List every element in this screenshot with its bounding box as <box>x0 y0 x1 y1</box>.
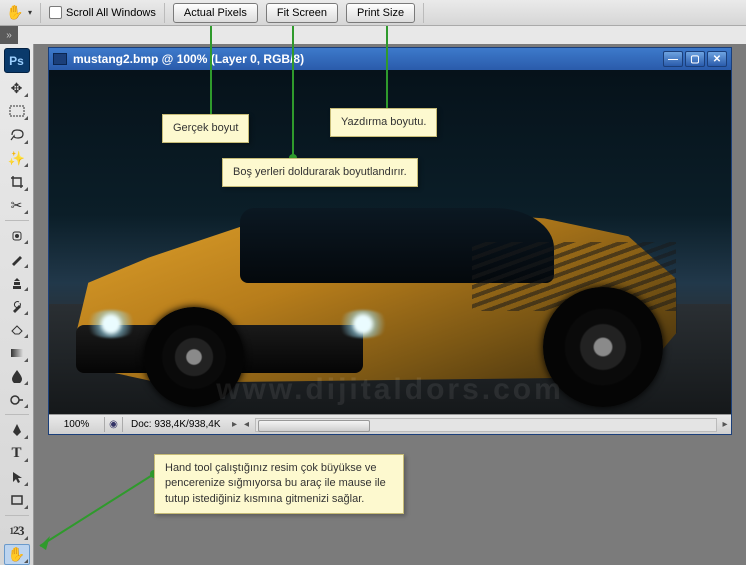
type-tool[interactable]: T <box>4 443 30 464</box>
double-arrow-icon: » <box>6 30 12 41</box>
lasso-tool[interactable] <box>4 124 30 145</box>
annotation-arrow <box>292 26 294 158</box>
dodge-tool[interactable] <box>4 389 30 410</box>
crop-tool[interactable] <box>4 171 30 192</box>
scroll-right-button[interactable]: ▸ <box>719 419 731 430</box>
clone-stamp-tool[interactable] <box>4 272 30 293</box>
slice-tool[interactable]: ✂ <box>4 195 30 216</box>
callout-hand-tool: Hand tool çalıştığınız resim çok büyükse… <box>154 454 404 514</box>
horizontal-scrollbar[interactable] <box>255 418 717 432</box>
separator <box>5 414 29 415</box>
separator <box>423 3 424 23</box>
annotations-tool[interactable]: 123 <box>4 520 30 541</box>
document-titlebar[interactable]: mustang2.bmp @ 100% (Layer 0, RGB/8) — ▢… <box>49 48 731 70</box>
document-window: mustang2.bmp @ 100% (Layer 0, RGB/8) — ▢… <box>48 47 732 435</box>
options-bar: ✋ ▾ Scroll All Windows Actual Pixels Fit… <box>0 0 746 26</box>
tools-palette: Ps ✥ ✨ ✂ T 123 ✋ <box>0 44 34 565</box>
panel-toggle[interactable]: » <box>0 26 18 44</box>
document-title: mustang2.bmp @ 100% (Layer 0, RGB/8) <box>73 52 304 66</box>
print-size-button[interactable]: Print Size <box>346 3 415 23</box>
document-icon <box>53 53 67 65</box>
brush-tool[interactable] <box>4 248 30 269</box>
annotation-arrow <box>34 454 164 554</box>
marquee-tool[interactable] <box>4 101 30 122</box>
actual-pixels-button[interactable]: Actual Pixels <box>173 3 258 23</box>
separator <box>40 3 41 23</box>
hand-tool-icon[interactable]: ✋ <box>6 4 24 22</box>
path-selection-tool[interactable] <box>4 466 30 487</box>
magic-wand-tool[interactable]: ✨ <box>4 148 30 169</box>
info-menu-arrow[interactable]: ▸ <box>229 419 241 430</box>
history-brush-tool[interactable] <box>4 295 30 316</box>
callout-print-size: Yazdırma boyutu. <box>330 108 437 137</box>
annotation-arrow <box>210 26 212 118</box>
healing-brush-tool[interactable] <box>4 225 30 246</box>
shape-tool[interactable] <box>4 490 30 511</box>
maximize-button[interactable]: ▢ <box>685 51 705 67</box>
separator <box>164 3 165 23</box>
move-tool[interactable]: ✥ <box>4 77 30 98</box>
hand-tool[interactable]: ✋ <box>4 544 30 565</box>
document-info[interactable]: Doc: 938,4K/938,4K <box>123 417 229 432</box>
scroll-all-windows-label: Scroll All Windows <box>66 7 156 19</box>
annotation-arrow <box>386 26 388 112</box>
fit-screen-button[interactable]: Fit Screen <box>266 3 338 23</box>
callout-fit-screen: Boş yerleri doldurarak boyutlandırır. <box>222 158 418 187</box>
pen-tool[interactable] <box>4 419 30 440</box>
minimize-button[interactable]: — <box>663 51 683 67</box>
callout-actual-pixels: Gerçek boyut <box>162 114 249 143</box>
ps-logo: Ps <box>4 48 30 73</box>
blur-tool[interactable] <box>4 366 30 387</box>
watermark-text: www.dijitaldors.com <box>49 373 731 407</box>
scroll-left-button[interactable]: ◂ <box>241 419 253 430</box>
navigator-icon[interactable]: ◉ <box>105 417 123 432</box>
checkbox-icon <box>49 6 62 19</box>
tool-preset-dropdown[interactable]: ▾ <box>28 8 32 17</box>
eraser-tool[interactable] <box>4 319 30 340</box>
separator <box>5 220 29 221</box>
close-button[interactable]: ✕ <box>707 51 727 67</box>
zoom-level[interactable]: 100% <box>49 417 105 432</box>
scroll-all-windows-checkbox[interactable]: Scroll All Windows <box>49 6 156 19</box>
workspace: mustang2.bmp @ 100% (Layer 0, RGB/8) — ▢… <box>34 44 746 565</box>
document-statusbar: 100% ◉ Doc: 938,4K/938,4K ▸ ◂ ▸ <box>49 414 731 434</box>
separator <box>5 515 29 516</box>
gradient-tool[interactable] <box>4 342 30 363</box>
